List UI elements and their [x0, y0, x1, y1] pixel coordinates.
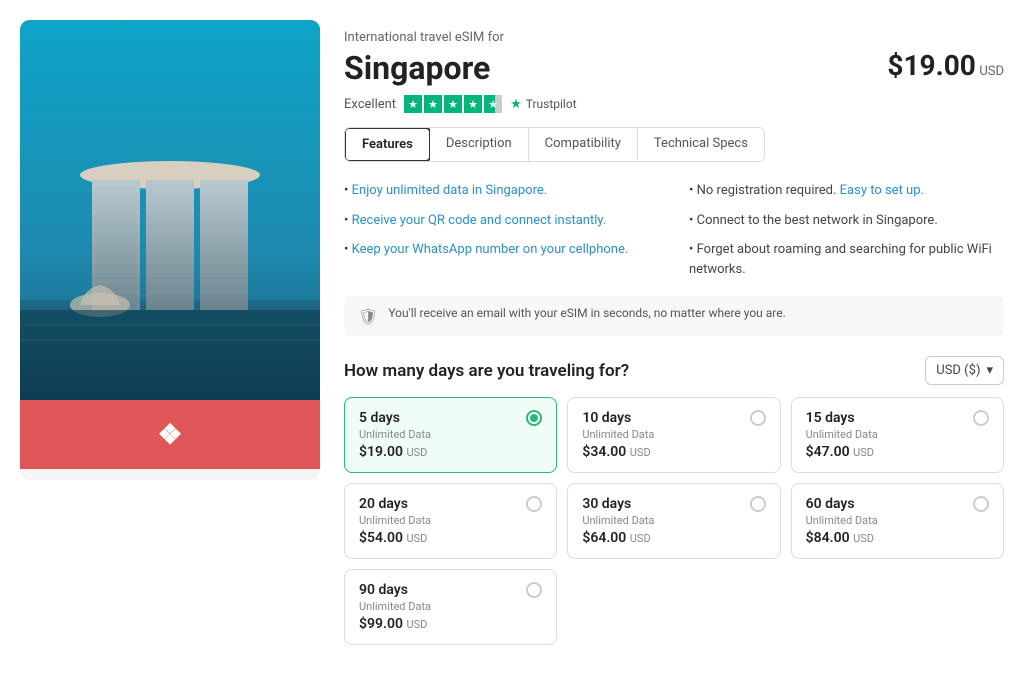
info-icon: 🛡	[358, 307, 378, 326]
tab-technical-specs[interactable]: Technical Specs	[638, 128, 764, 161]
option-data: Unlimited Data	[806, 428, 989, 441]
option-radio	[750, 496, 766, 512]
star-3: ★	[444, 95, 462, 113]
option-price-usd: USD	[853, 532, 874, 545]
option-data: Unlimited Data	[359, 428, 542, 441]
feature-item: Forget about roaming and searching for p…	[689, 237, 1004, 282]
option-radio	[526, 496, 542, 512]
tab-features[interactable]: Features	[344, 127, 431, 162]
feature-item: Enjoy unlimited data in Singapore.	[344, 178, 659, 204]
price-block: $19.00 USD	[887, 49, 1004, 82]
currency-selector-label: USD ($)	[936, 363, 980, 378]
option-days: 5 days	[359, 410, 400, 426]
duration-option-15days[interactable]: 15 days Unlimited Data $47.00 USD	[791, 397, 1004, 473]
info-message: You'll receive an email with your eSIM i…	[388, 306, 785, 320]
option-price-usd: USD	[406, 532, 427, 545]
option-price: $64.00 USD	[582, 530, 765, 546]
option-days: 30 days	[582, 496, 631, 512]
option-days: 90 days	[359, 582, 408, 598]
tab-compatibility[interactable]: Compatibility	[529, 128, 638, 161]
duration-option-60days[interactable]: 60 days Unlimited Data $84.00 USD	[791, 483, 1004, 559]
option-radio	[973, 410, 989, 426]
option-days: 60 days	[806, 496, 855, 512]
trustpilot-star-icon: ★	[510, 97, 522, 112]
option-price: $19.00 USD	[359, 444, 542, 460]
features-grid: Enjoy unlimited data in Singapore. No re…	[344, 178, 1004, 282]
tab-description[interactable]: Description	[430, 128, 529, 161]
star-rating: ★ ★ ★ ★ ★	[404, 95, 502, 113]
option-data: Unlimited Data	[806, 514, 989, 527]
option-radio	[526, 410, 542, 426]
trustpilot-brand: ★ Trustpilot	[510, 97, 577, 112]
chevron-down-icon: ▾	[986, 363, 993, 378]
duration-title: How many days are you traveling for?	[344, 361, 629, 381]
product-title: Singapore	[344, 49, 577, 87]
option-radio	[750, 410, 766, 426]
option-days: 15 days	[806, 410, 855, 426]
option-price: $47.00 USD	[806, 444, 989, 460]
trustpilot-label: Excellent	[344, 97, 396, 112]
option-days: 20 days	[359, 496, 408, 512]
product-subtitle: International travel eSIM for	[344, 30, 1004, 45]
feature-item: Keep your WhatsApp number on your cellph…	[344, 237, 659, 282]
option-price-usd: USD	[853, 446, 874, 459]
trustpilot-row: Excellent ★ ★ ★ ★ ★ ★ Trustpilot	[344, 95, 577, 113]
duration-option-90days[interactable]: 90 days Unlimited Data $99.00 USD	[344, 569, 557, 645]
duration-option-30days[interactable]: 30 days Unlimited Data $64.00 USD	[567, 483, 780, 559]
star-5: ★	[484, 95, 502, 113]
duration-option-10days[interactable]: 10 days Unlimited Data $34.00 USD	[567, 397, 780, 473]
option-data: Unlimited Data	[582, 428, 765, 441]
option-price-usd: USD	[630, 532, 651, 545]
destination-image	[20, 20, 320, 400]
duration-header: How many days are you traveling for? USD…	[344, 356, 1004, 385]
option-data: Unlimited Data	[582, 514, 765, 527]
price-currency: USD	[979, 64, 1004, 79]
option-price: $34.00 USD	[582, 444, 765, 460]
option-price-usd: USD	[406, 618, 427, 631]
price-value: $19.00	[887, 49, 975, 82]
qr-section: Scan the QR code and connect instantly.	[20, 469, 320, 480]
product-header: Singapore Excellent ★ ★ ★ ★ ★ ★ Trustpil…	[344, 49, 1004, 127]
option-data: Unlimited Data	[359, 600, 542, 613]
option-price: $84.00 USD	[806, 530, 989, 546]
tabs-row: Features Description Compatibility Techn…	[344, 127, 765, 162]
option-days: 10 days	[582, 410, 631, 426]
product-image-panel: ❖	[20, 20, 320, 480]
star-4: ★	[464, 95, 482, 113]
option-price: $99.00 USD	[359, 616, 542, 632]
duration-section: How many days are you traveling for? USD…	[344, 356, 1004, 645]
feature-item: Connect to the best network in Singapore…	[689, 208, 1004, 234]
option-data: Unlimited Data	[359, 514, 542, 527]
duration-option-20days[interactable]: 20 days Unlimited Data $54.00 USD	[344, 483, 557, 559]
currency-selector[interactable]: USD ($) ▾	[925, 356, 1004, 385]
brand-bar: ❖	[20, 400, 320, 469]
feature-item: No registration required. Easy to set up…	[689, 178, 1004, 204]
option-price-usd: USD	[630, 446, 651, 459]
option-price-usd: USD	[406, 446, 427, 459]
feature-item: Receive your QR code and connect instant…	[344, 208, 659, 234]
trustpilot-brand-name: Trustpilot	[526, 97, 577, 111]
duration-options-grid: 5 days Unlimited Data $19.00 USD 10 days…	[344, 397, 1004, 645]
option-radio	[526, 582, 542, 598]
option-price: $54.00 USD	[359, 530, 542, 546]
star-1: ★	[404, 95, 422, 113]
content-panel: International travel eSIM for Singapore …	[344, 20, 1004, 655]
brand-logo: ❖	[157, 418, 182, 451]
star-2: ★	[424, 95, 442, 113]
option-radio	[973, 496, 989, 512]
duration-option-5days[interactable]: 5 days Unlimited Data $19.00 USD	[344, 397, 557, 473]
info-box: 🛡 You'll receive an email with your eSIM…	[344, 296, 1004, 336]
